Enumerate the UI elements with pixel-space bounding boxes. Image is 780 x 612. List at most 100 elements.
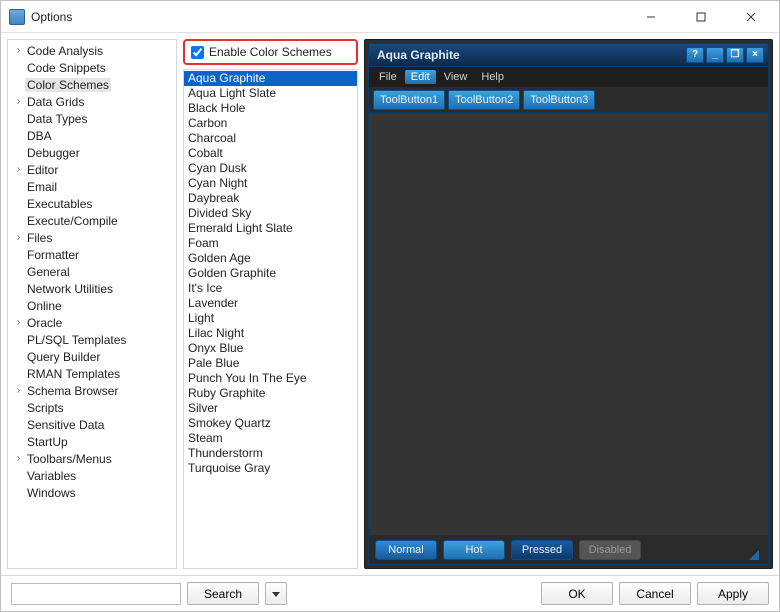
tree-item-execute-compile[interactable]: ›Execute/Compile (8, 212, 176, 229)
expand-icon: › (12, 386, 25, 396)
tree-item-toolbars-menus[interactable]: ›Toolbars/Menus (8, 450, 176, 467)
tree-item-label: StartUp (25, 435, 70, 449)
maximize-button[interactable] (679, 3, 723, 31)
tree-item-data-types[interactable]: ›Data Types (8, 110, 176, 127)
tree-item-variables[interactable]: ›Variables (8, 467, 176, 484)
enable-color-schemes-label: Enable Color Schemes (209, 45, 332, 59)
enable-color-schemes-frame: Enable Color Schemes (183, 39, 358, 65)
tree-item-debugger[interactable]: ›Debugger (8, 144, 176, 161)
resize-grip-icon[interactable] (748, 535, 762, 565)
preview-menubar: FileEditViewHelp (368, 67, 769, 87)
search-button[interactable]: Search (187, 582, 259, 605)
tree-item-formatter[interactable]: ›Formatter (8, 246, 176, 263)
preview-minimize-button[interactable]: _ (706, 47, 724, 63)
tree-item-label: Oracle (25, 316, 64, 330)
scheme-item[interactable]: Black Hole (184, 101, 357, 116)
preview-close-button[interactable]: × (746, 47, 764, 63)
preview-toolbutton-1[interactable]: ToolButton1 (373, 90, 445, 110)
scheme-item[interactable]: Steam (184, 431, 357, 446)
preview-menu-edit[interactable]: Edit (405, 70, 436, 84)
tree-item-email[interactable]: ›Email (8, 178, 176, 195)
preview-state-normal[interactable]: Normal (375, 540, 437, 560)
tree-item-rman-templates[interactable]: ›RMAN Templates (8, 365, 176, 382)
preview-menu-file[interactable]: File (373, 70, 403, 84)
scheme-item[interactable]: Charcoal (184, 131, 357, 146)
tree-item-pl-sql-templates[interactable]: ›PL/SQL Templates (8, 331, 176, 348)
preview-maximize-button[interactable]: ❐ (726, 47, 744, 63)
scheme-item[interactable]: Smokey Quartz (184, 416, 357, 431)
scheme-item[interactable]: Pale Blue (184, 356, 357, 371)
scheme-item[interactable]: Lavender (184, 296, 357, 311)
tree-item-label: Variables (25, 469, 78, 483)
tree-item-sensitive-data[interactable]: ›Sensitive Data (8, 416, 176, 433)
tree-item-label: General (25, 265, 72, 279)
tree-item-files[interactable]: ›Files (8, 229, 176, 246)
search-input[interactable] (11, 583, 181, 605)
tree-item-label: Editor (25, 163, 60, 177)
app-icon (9, 9, 25, 25)
preview-toolbutton-2[interactable]: ToolButton2 (448, 90, 520, 110)
tree-item-label: Query Builder (25, 350, 102, 364)
preview-state-hot[interactable]: Hot (443, 540, 505, 560)
scheme-item[interactable]: Emerald Light Slate (184, 221, 357, 236)
tree-item-dba[interactable]: ›DBA (8, 127, 176, 144)
scheme-item[interactable]: Onyx Blue (184, 341, 357, 356)
tree-item-scripts[interactable]: ›Scripts (8, 399, 176, 416)
ok-button[interactable]: OK (541, 582, 613, 605)
tree-item-oracle[interactable]: ›Oracle (8, 314, 176, 331)
scheme-item[interactable]: Cyan Night (184, 176, 357, 191)
scheme-item[interactable]: Light (184, 311, 357, 326)
tree-item-color-schemes[interactable]: ›Color Schemes (8, 76, 176, 93)
tree-item-query-builder[interactable]: ›Query Builder (8, 348, 176, 365)
preview-toolbutton-3[interactable]: ToolButton3 (523, 90, 595, 110)
tree-item-data-grids[interactable]: ›Data Grids (8, 93, 176, 110)
tree-item-startup[interactable]: ›StartUp (8, 433, 176, 450)
scheme-item[interactable]: Carbon (184, 116, 357, 131)
close-button[interactable] (729, 3, 773, 31)
tree-item-label: DBA (25, 129, 54, 143)
scheme-list[interactable]: Aqua GraphiteAqua Light SlateBlack HoleC… (183, 69, 358, 569)
minimize-button[interactable] (629, 3, 673, 31)
preview-menu-view[interactable]: View (438, 70, 474, 84)
scheme-item[interactable]: It's Ice (184, 281, 357, 296)
scheme-item[interactable]: Aqua Light Slate (184, 86, 357, 101)
apply-button[interactable]: Apply (697, 582, 769, 605)
scheme-item[interactable]: Lilac Night (184, 326, 357, 341)
expand-icon: › (12, 318, 25, 328)
tree-item-code-analysis[interactable]: ›Code Analysis (8, 42, 176, 59)
scheme-item[interactable]: Cyan Dusk (184, 161, 357, 176)
search-dropdown-button[interactable] (265, 582, 287, 605)
scheme-item[interactable]: Punch You In The Eye (184, 371, 357, 386)
scheme-item[interactable]: Turquoise Gray (184, 461, 357, 476)
tree-item-editor[interactable]: ›Editor (8, 161, 176, 178)
tree-item-label: Execute/Compile (25, 214, 120, 228)
scheme-item[interactable]: Cobalt (184, 146, 357, 161)
tree-item-online[interactable]: ›Online (8, 297, 176, 314)
tree-item-network-utilities[interactable]: ›Network Utilities (8, 280, 176, 297)
scheme-item[interactable]: Ruby Graphite (184, 386, 357, 401)
tree-item-windows[interactable]: ›Windows (8, 484, 176, 501)
tree-item-code-snippets[interactable]: ›Code Snippets (8, 59, 176, 76)
tree-item-executables[interactable]: ›Executables (8, 195, 176, 212)
preview-client-area (368, 113, 769, 535)
tree-item-label: Data Types (25, 112, 89, 126)
scheme-item[interactable]: Divided Sky (184, 206, 357, 221)
category-tree[interactable]: ›Code Analysis›Code Snippets›Color Schem… (7, 39, 177, 569)
scheme-item[interactable]: Aqua Graphite (184, 71, 357, 86)
scheme-item[interactable]: Foam (184, 236, 357, 251)
preview-title: Aqua Graphite (373, 48, 684, 62)
scheme-item[interactable]: Daybreak (184, 191, 357, 206)
tree-item-label: PL/SQL Templates (25, 333, 128, 347)
preview-state-pressed[interactable]: Pressed (511, 540, 573, 560)
enable-color-schemes-checkbox[interactable] (191, 46, 204, 59)
scheme-item[interactable]: Golden Graphite (184, 266, 357, 281)
scheme-item[interactable]: Silver (184, 401, 357, 416)
cancel-button[interactable]: Cancel (619, 582, 691, 605)
preview-menu-help[interactable]: Help (475, 70, 510, 84)
preview-help-button[interactable]: ? (686, 47, 704, 63)
scheme-item[interactable]: Thunderstorm (184, 446, 357, 461)
scheme-item[interactable]: Golden Age (184, 251, 357, 266)
tree-item-label: Code Analysis (25, 44, 105, 58)
tree-item-schema-browser[interactable]: ›Schema Browser (8, 382, 176, 399)
tree-item-general[interactable]: ›General (8, 263, 176, 280)
